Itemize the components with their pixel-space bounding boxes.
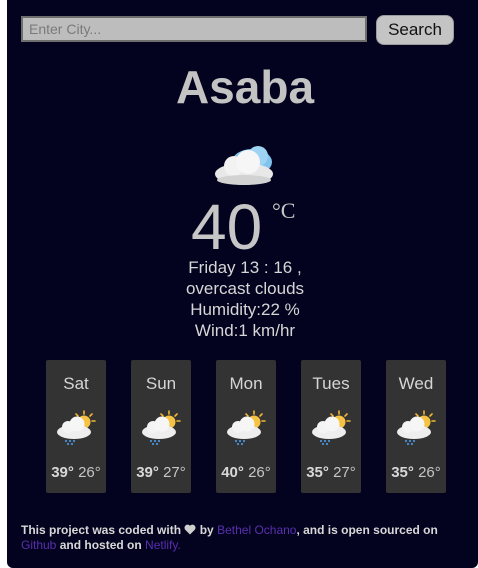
forecast-low: 26°	[78, 464, 101, 481]
author-link[interactable]: Bethel Ochano	[217, 523, 296, 537]
footer-text: This project was coded with	[21, 523, 182, 537]
footer-text: by	[199, 523, 214, 537]
forecast-day-label: Wed	[398, 374, 434, 393]
netlify-link[interactable]: Netlify.	[145, 538, 181, 552]
city-search-input[interactable]	[21, 16, 367, 42]
footer-text: , and is open sourced on	[296, 523, 438, 537]
forecast-temps: 40° 26°	[216, 464, 276, 481]
forecast-temps: 35° 26°	[386, 464, 446, 481]
forecast-day-label: Tues	[312, 374, 350, 393]
forecast-day-sun: Sun 39° 27°	[131, 360, 191, 493]
heart-icon	[184, 524, 196, 535]
forecast-temps: 35° 27°	[301, 464, 361, 481]
cloud-icon	[215, 146, 273, 185]
wind-speed: Wind:1 km/hr	[194, 321, 296, 340]
sun-cloud-rain-icon	[309, 410, 353, 446]
forecast-high: 39°	[136, 464, 159, 481]
forecast-day-tues: Tues 35° 27°	[301, 360, 361, 493]
footer-text: and hosted on	[59, 538, 142, 552]
sun-cloud-rain-icon	[54, 410, 98, 446]
forecast-temps: 39° 27°	[131, 464, 191, 481]
forecast-temps: 39° 26°	[46, 464, 106, 481]
forecast-day-wed: Wed 35° 26°	[386, 360, 446, 493]
forecast-low: 27°	[333, 464, 356, 481]
footer-credits: This project was coded with by Bethel Oc…	[21, 523, 461, 553]
weather-condition: overcast clouds	[185, 279, 305, 298]
forecast-high: 35°	[391, 464, 414, 481]
forecast-low: 26°	[248, 464, 271, 481]
forecast-high: 40°	[221, 464, 244, 481]
current-temperature: 40	[191, 191, 263, 263]
temperature-unit: °C	[272, 198, 296, 223]
city-name: Asaba	[175, 61, 315, 113]
forecast-low: 27°	[163, 464, 186, 481]
sun-cloud-rain-icon	[394, 410, 438, 446]
forecast-high: 35°	[306, 464, 329, 481]
sun-cloud-rain-icon	[224, 410, 268, 446]
date-time: Friday 13 : 16 ,	[188, 258, 302, 277]
forecast-low: 26°	[418, 464, 441, 481]
github-link[interactable]: Github	[21, 538, 56, 552]
search-button[interactable]: Search	[376, 15, 454, 45]
forecast-day-label: Sat	[63, 374, 89, 393]
forecast-day-label: Sun	[145, 374, 177, 393]
forecast-high: 39°	[51, 464, 74, 481]
forecast-day-label: Mon	[229, 374, 263, 393]
sun-cloud-rain-icon	[139, 410, 183, 446]
humidity: Humidity:22 %	[190, 300, 300, 319]
forecast-day-mon: Mon 40° 26°	[216, 360, 276, 493]
forecast-day-sat: Sat 39° 26°	[46, 360, 106, 493]
